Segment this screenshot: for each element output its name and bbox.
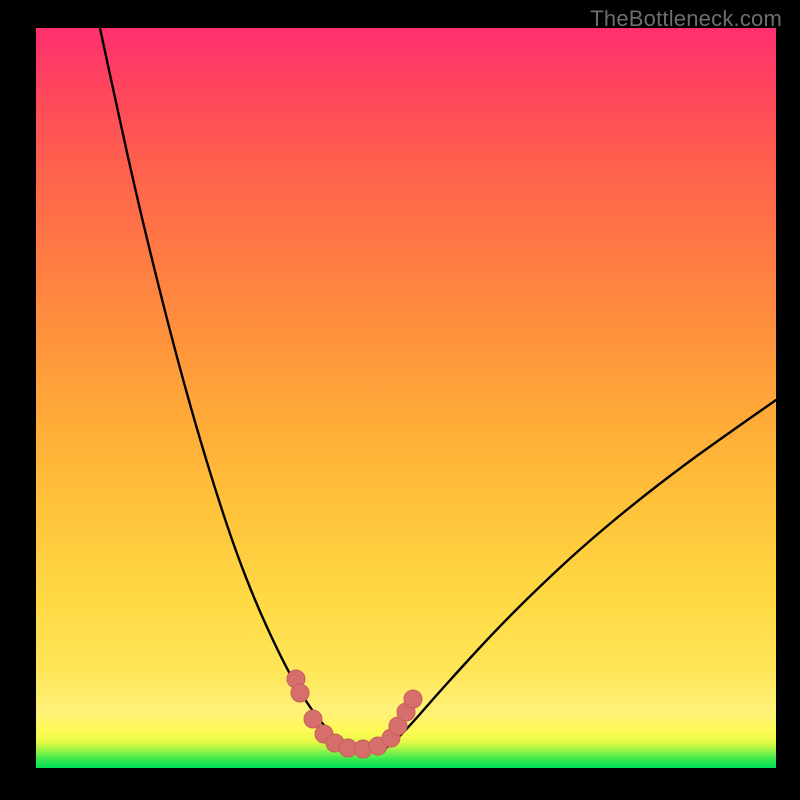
marker-dot [291,684,309,702]
curve-right-branch [386,400,776,748]
marker-dot [304,710,322,728]
curve-left-branch [100,28,348,748]
marker-dot [404,690,422,708]
plot-area [36,28,776,768]
marker-cluster [287,670,422,758]
chart-svg [36,28,776,768]
outer-frame: TheBottleneck.com [0,0,800,800]
